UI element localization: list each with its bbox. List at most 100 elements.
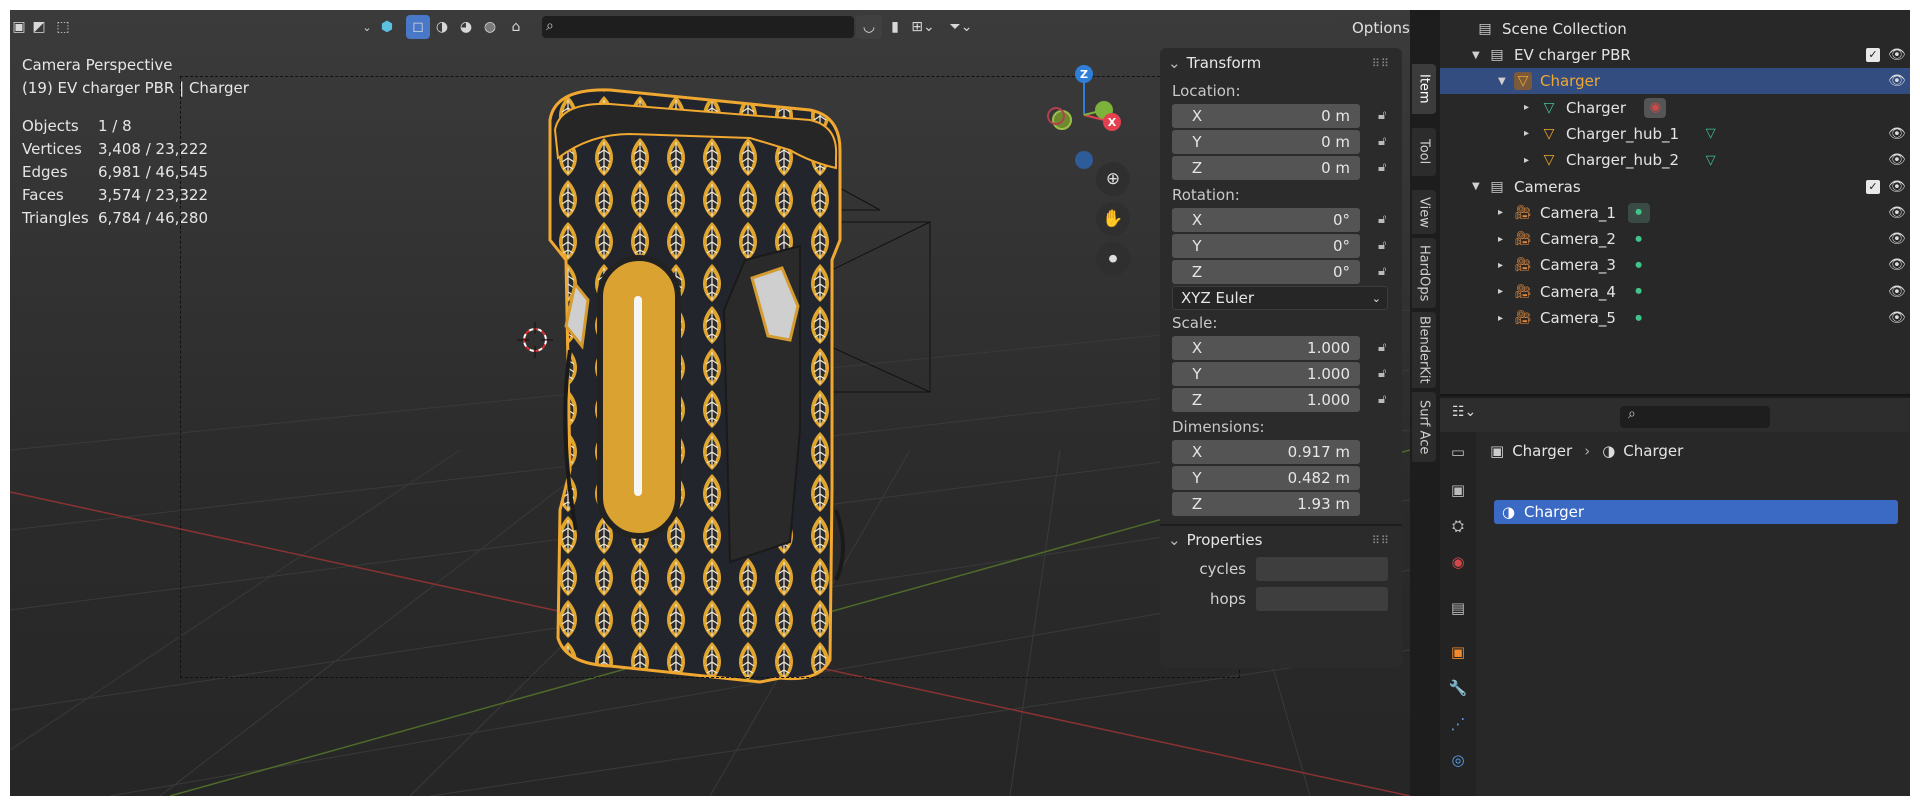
number-field[interactable]: X 0.917 m (1172, 440, 1360, 464)
expand-right-icon[interactable]: ▸ (1524, 155, 1529, 166)
rotation-field-y[interactable]: Y 0° 🔓︎ (1172, 234, 1388, 258)
shading-xray-icon[interactable]: ⬢ (376, 15, 398, 39)
number-field[interactable]: Y 0.482 m (1172, 466, 1360, 490)
camera-data-icon[interactable]: ⏺ (1628, 255, 1650, 275)
outliner-row-camera_5[interactable]: ▸ 🎥︎ Camera_5 ⏺ 👁︎ (1440, 305, 1910, 331)
number-field[interactable]: Y 1.000 (1172, 362, 1360, 386)
lock-icon[interactable]: 🔓︎ (1378, 212, 1396, 228)
navigation-gizmo[interactable]: Z X (1040, 60, 1130, 170)
scale-field-x[interactable]: X 1.000 🔓︎ (1172, 336, 1388, 360)
eye-icon[interactable]: 👁︎ (1888, 47, 1906, 63)
outliner-row-charger_hub_1[interactable]: ▸ ▽ Charger_hub_1 ▽ 👁︎ (1440, 121, 1910, 147)
output-tab-icon[interactable]: ⛭ (1446, 514, 1470, 538)
mesh-data-icon[interactable]: ▽ (1700, 150, 1722, 170)
mesh-data-icon[interactable]: ▽ (1700, 124, 1722, 144)
number-field[interactable]: X 1.000 (1172, 336, 1360, 360)
expand-right-icon[interactable]: ▸ (1524, 128, 1529, 139)
rotation-mode-dropdown[interactable]: XYZ Euler ⌄ (1172, 286, 1388, 310)
eye-icon[interactable]: 👁︎ (1888, 284, 1906, 300)
material-shading-icon[interactable]: ◕ (454, 15, 478, 39)
eye-icon[interactable]: 👁︎ (1888, 126, 1906, 142)
camera-data-icon[interactable]: ⏺ (1628, 282, 1650, 302)
number-field[interactable]: Z 1.000 (1172, 388, 1360, 412)
property-value-field[interactable] (1256, 557, 1388, 581)
tab-view[interactable]: View (1412, 190, 1436, 234)
material-slot-item[interactable]: ◑ Charger (1494, 500, 1898, 524)
drag-handle-icon[interactable]: ⠿⠿ (1372, 534, 1390, 547)
scene-collection-row[interactable]: ▤ Scene Collection (1440, 16, 1910, 42)
select-subtract-icon[interactable]: ⬚ (52, 15, 74, 39)
filter-icon[interactable]: ⏷⌄ (944, 15, 978, 39)
3d-viewport[interactable]: ▣ ◩ ⬚ ⌄ ⬢ ◻ ◑ ◕ ◍ ⌂ ⌕ ◡ ▮ ⊞⌄ ⏷⌄ Options … (10, 10, 1410, 796)
properties-panel-header[interactable]: ⌄ Properties ⠿⠿ (1160, 524, 1402, 554)
modifier-tab-icon[interactable]: 🔧 (1446, 676, 1470, 700)
number-field[interactable]: Z 0° (1172, 260, 1360, 284)
expand-right-icon[interactable]: ▸ (1498, 286, 1503, 297)
expand-right-icon[interactable]: ▸ (1498, 313, 1503, 324)
eye-icon[interactable]: 👁︎ (1888, 179, 1906, 195)
tool-tab-icon[interactable]: ▭ (1446, 440, 1470, 464)
exclude-checkbox[interactable]: ✓ (1866, 48, 1880, 62)
property-value-field[interactable] (1256, 587, 1388, 611)
location-field-y[interactable]: Y0 m 🔓︎ (1172, 130, 1388, 154)
camera-view-icon[interactable]: ⏺ (1096, 242, 1130, 276)
expand-right-icon[interactable]: ▸ (1498, 207, 1503, 218)
number-field[interactable]: X 0° (1172, 208, 1360, 232)
dimensions-field-x[interactable]: X 0.917 m (1172, 440, 1388, 464)
rendered-shading-icon[interactable]: ◍ (478, 15, 502, 39)
scale-field-z[interactable]: Z 1.000 🔓︎ (1172, 388, 1388, 412)
camera-data-icon[interactable]: ⏺ (1628, 308, 1650, 328)
outliner-row-camera_4[interactable]: ▸ 🎥︎ Camera_4 ⏺ 👁︎ (1440, 279, 1910, 305)
lock-icon[interactable]: 🔓︎ (1378, 264, 1396, 280)
object-tab-icon[interactable]: ▣ (1446, 640, 1470, 664)
lock-icon[interactable]: 🔓︎ (1378, 108, 1396, 124)
collection-tab-icon[interactable]: ▤ (1446, 596, 1470, 620)
transform-panel-header[interactable]: ⌄ Transform ⠿⠿ (1160, 48, 1402, 78)
eye-icon[interactable]: 👁︎ (1888, 310, 1906, 326)
particles-tab-icon[interactable]: ⋰ (1446, 712, 1470, 736)
select-extend-icon[interactable]: ◩ (30, 15, 48, 39)
gizmo-dropdown-icon[interactable]: ⌄ (360, 15, 374, 39)
camera-data-icon[interactable]: ⏺ (1628, 229, 1650, 249)
number-field[interactable]: Y 0 m (1172, 130, 1360, 154)
lock-icon[interactable]: 🔓︎ (1378, 160, 1396, 176)
number-field[interactable]: Y 0° (1172, 234, 1360, 258)
cleanup-icon[interactable]: ⌂ (504, 15, 528, 39)
solid-shading-icon[interactable]: ◑ (430, 15, 454, 39)
outliner-row-camera_2[interactable]: ▸ 🎥︎ Camera_2 ⏺ 👁︎ (1440, 226, 1910, 252)
exclude-checkbox[interactable]: ✓ (1866, 179, 1880, 194)
dimensions-field-y[interactable]: Y 0.482 m (1172, 466, 1388, 490)
tab-tool[interactable]: Tool (1412, 128, 1436, 176)
lock-icon[interactable]: 🔓︎ (1378, 366, 1396, 382)
material-icon[interactable]: ◉ (1644, 97, 1667, 118)
render-tab-icon[interactable]: ▣ (1446, 478, 1470, 502)
tab-item[interactable]: Item (1412, 64, 1436, 114)
viewport-search-input[interactable]: ⌕ (542, 16, 854, 38)
outliner-row-charger[interactable]: ▼ ▽ Charger 👁︎ (1440, 68, 1910, 95)
wireframe-shading-icon[interactable]: ◻ (406, 15, 430, 39)
rotation-field-x[interactable]: X 0° 🔓︎ (1172, 208, 1388, 232)
expand-right-icon[interactable]: ▸ (1498, 260, 1503, 271)
tab-blenderkit[interactable]: BlenderKit (1412, 312, 1436, 388)
eye-icon[interactable]: 👁︎ (1888, 152, 1906, 168)
dimensions-field-z[interactable]: Z 1.93 m (1172, 492, 1388, 516)
tab-hardops[interactable]: HardOps (1412, 238, 1436, 308)
location-field-x[interactable]: X0 m 🔓︎ (1172, 104, 1388, 128)
eye-icon[interactable]: 👁︎ (1888, 231, 1906, 247)
lock-icon[interactable]: 🔓︎ (1378, 392, 1396, 408)
editor-type-icon[interactable]: ☷⌄ (1452, 404, 1476, 420)
expand-down-icon[interactable]: ▼ (1472, 50, 1480, 61)
expand-down-icon[interactable]: ▼ (1498, 76, 1506, 87)
camera-data-icon[interactable]: ⏺ (1627, 202, 1650, 223)
expand-right-icon[interactable]: ▸ (1524, 102, 1529, 113)
number-field[interactable]: Z 0 m (1172, 156, 1360, 180)
lock-icon[interactable]: 🔓︎ (1378, 340, 1396, 356)
number-field[interactable]: X 0 m (1172, 104, 1360, 128)
eye-icon[interactable]: 👁︎ (1888, 257, 1906, 273)
eye-icon[interactable]: 👁︎ (1888, 205, 1906, 221)
outliner-row-charger_hub_2[interactable]: ▸ ▽ Charger_hub_2 ▽ 👁︎ (1440, 147, 1910, 173)
scale-field-y[interactable]: Y 1.000 🔓︎ (1172, 362, 1388, 386)
pan-hand-icon[interactable]: ✋ (1096, 202, 1130, 236)
bookmark-icon[interactable]: ▮ (884, 15, 906, 39)
eye-icon[interactable]: 👁︎ (1888, 73, 1906, 89)
